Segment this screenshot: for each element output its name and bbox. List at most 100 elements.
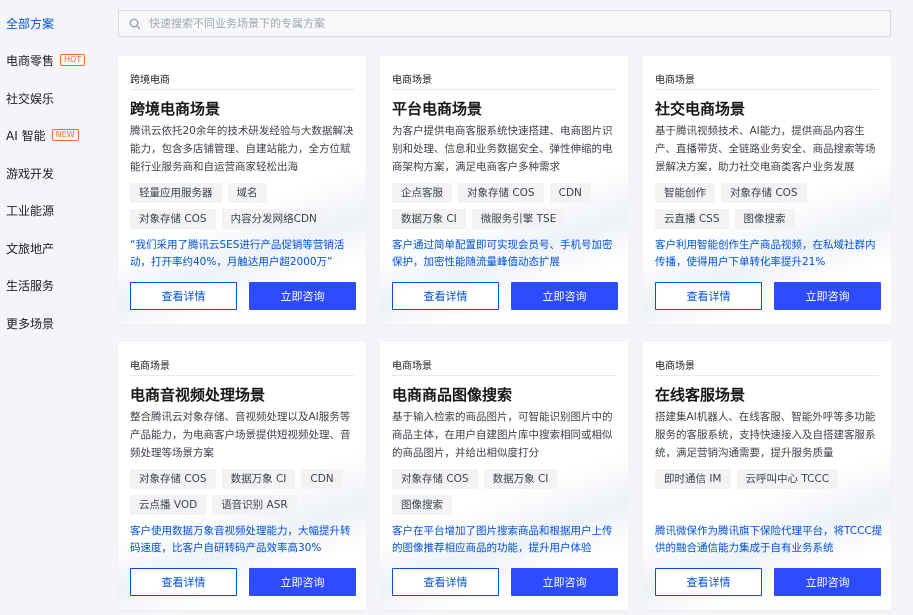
- card-divider: [392, 89, 616, 90]
- consult-now-button[interactable]: 立即咨询: [249, 282, 356, 310]
- card-tag: 电商场景: [392, 75, 432, 86]
- customer-quote: 客户利用智能创作生产商品视频，在私域社群内传播，使得用户下单转化率提升21%: [655, 239, 876, 268]
- search-bar[interactable]: [118, 10, 891, 37]
- card-title: 电商音视频处理场景: [130, 386, 266, 404]
- consult-now-button[interactable]: 立即咨询: [774, 282, 881, 310]
- product-chip[interactable]: 企点客服: [392, 183, 452, 203]
- card-description: 整合腾讯云对象存储、音视频处理以及AI服务等产品能力，为电商客户场景提供短视频处…: [130, 411, 351, 459]
- search-input[interactable]: [149, 17, 849, 30]
- product-chip[interactable]: 数据万象 CI: [392, 209, 466, 229]
- consult-now-button[interactable]: 立即咨询: [511, 282, 618, 310]
- search-icon: [129, 18, 141, 30]
- customer-quote: 腾讯微保作为腾讯旗下保险代理平台，将TCCC提供的融合通信能力集成于自有业务系统: [655, 525, 883, 554]
- product-chips: 对象存储 COS 数据万象 CI CDN 云点播 VOD 语音识别 ASR: [130, 469, 356, 515]
- card-tag: 电商场景: [392, 361, 432, 372]
- product-chip[interactable]: 微服务引擎 TSE: [471, 209, 566, 229]
- product-chip[interactable]: 云直播 CSS: [655, 209, 729, 229]
- view-details-button[interactable]: 查看详情: [130, 282, 237, 310]
- solution-card-social: 电商场景 社交电商场景 基于腾讯视频技术、AI能力，提供商品内容生产、直播带货、…: [643, 56, 891, 324]
- card-tag: 跨境电商: [130, 75, 170, 86]
- sidebar-item-life[interactable]: 生活服务: [6, 275, 54, 295]
- sidebar-item-industry[interactable]: 工业能源: [6, 200, 54, 220]
- sidebar-item-label: 文旅地产: [6, 241, 55, 256]
- customer-quote: “我们采用了腾讯云SES进行产品促销等营销活动，打开率约40%，月触达用户超20…: [130, 239, 345, 268]
- sidebar-item-label: 游戏开发: [6, 166, 55, 181]
- sidebar-item-label: 电商零售: [6, 53, 55, 68]
- hot-badge: HOT: [60, 54, 86, 66]
- view-details-button[interactable]: 查看详情: [130, 568, 237, 596]
- sidebar-item-label: 生活服务: [6, 278, 55, 293]
- sidebar-item-label: 更多场景: [6, 316, 55, 331]
- solution-card-image-search: 电商场景 电商商品图像搜索 基于输入检索的商品图片，可智能识别图片中的商品主体，…: [380, 342, 628, 610]
- card-divider: [655, 375, 879, 376]
- card-description: 腾讯云依托20余年的技术研发经验与大数据解决能力，包含多店铺管理、自建站能力，全…: [130, 125, 354, 173]
- view-details-button[interactable]: 查看详情: [392, 282, 499, 310]
- product-chip[interactable]: 对象存储 COS: [130, 209, 216, 229]
- consult-now-button[interactable]: 立即咨询: [249, 568, 356, 596]
- solution-card-cross-border: 跨境电商 跨境电商场景 腾讯云依托20余年的技术研发经验与大数据解决能力，包含多…: [118, 56, 366, 324]
- product-chip[interactable]: 数据万象 CI: [221, 469, 296, 489]
- product-chip[interactable]: 云点播 VOD: [130, 495, 207, 515]
- product-chips: 轻量应用服务器 域名 对象存储 COS 内容分发网络CDN: [130, 183, 356, 229]
- customer-quote: 客户在平台增加了图片搜索商品和根据用户上传的图像推荐相应商品的功能，提升用户体验: [392, 525, 613, 554]
- sidebar-item-more[interactable]: 更多场景: [6, 313, 54, 333]
- customer-quote: 客户通过简单配置即可实现会员号、手机号加密保护，加密性能随流量峰值动态扩展: [392, 239, 613, 268]
- card-divider: [130, 89, 354, 90]
- sidebar-item-ai[interactable]: AI 智能 NEW: [6, 125, 79, 145]
- customer-quote: 客户使用数据万象音视频处理能力，大幅提升转码速度，比客户自研转码产品效率高30%: [130, 525, 351, 554]
- consult-now-button[interactable]: 立即咨询: [774, 568, 881, 596]
- sidebar-item-all[interactable]: 全部方案: [6, 13, 54, 33]
- sidebar-item-gaming[interactable]: 游戏开发: [6, 163, 54, 183]
- consult-now-button[interactable]: 立即咨询: [511, 568, 618, 596]
- product-chip[interactable]: 对象存储 COS: [130, 469, 216, 489]
- solution-card-customer-service: 电商场景 在线客服场景 搭建集AI机器人、在线客服、智能外呼等多功能服务的客服系…: [643, 342, 891, 610]
- card-title: 电商商品图像搜索: [392, 386, 513, 404]
- solution-card-platform: 电商场景 平台电商场景 为客户提供电商客服系统快速搭建、电商图片识别和处理、信息…: [380, 56, 628, 324]
- product-chip[interactable]: 域名: [227, 183, 267, 203]
- product-chips: 智能创作 对象存储 COS 云直播 CSS 图像搜索: [655, 183, 881, 229]
- card-title: 在线客服场景: [655, 386, 746, 404]
- product-chip[interactable]: 智能创作: [655, 183, 715, 203]
- solution-card-av-processing: 电商场景 电商音视频处理场景 整合腾讯云对象存储、音视频处理以及AI服务等产品能…: [118, 342, 366, 610]
- card-divider: [655, 89, 879, 90]
- product-chips: 对象存储 COS 数据万象 CI 图像搜索: [392, 469, 618, 515]
- card-title: 跨境电商场景: [130, 100, 221, 118]
- product-chip[interactable]: 对象存储 COS: [721, 183, 807, 203]
- card-description: 基于输入检索的商品图片，可智能识别图片中的商品主体，在用户自建图片库中搜索相同或…: [392, 411, 613, 459]
- product-chip[interactable]: 即时通信 IM: [655, 469, 731, 489]
- card-description: 搭建集AI机器人、在线客服、智能外呼等多功能服务的客服系统，支持快速接入及自搭建…: [655, 411, 876, 459]
- product-chip[interactable]: 内容分发网络CDN: [221, 209, 326, 229]
- view-details-button[interactable]: 查看详情: [655, 568, 762, 596]
- product-chip[interactable]: 数据万象 CI: [483, 469, 558, 489]
- card-title: 平台电商场景: [392, 100, 483, 118]
- view-details-button[interactable]: 查看详情: [392, 568, 499, 596]
- product-chip[interactable]: 对象存储 COS: [392, 469, 478, 489]
- card-tag: 电商场景: [655, 75, 695, 86]
- card-divider: [392, 375, 616, 376]
- sidebar-item-tourism[interactable]: 文旅地产: [6, 238, 54, 258]
- new-badge: NEW: [51, 129, 79, 141]
- product-chip[interactable]: 语音识别 ASR: [212, 495, 297, 515]
- card-tag: 电商场景: [130, 361, 170, 372]
- card-title: 社交电商场景: [655, 100, 746, 118]
- sidebar-item-label: 工业能源: [6, 203, 55, 218]
- product-chip[interactable]: 对象存储 COS: [458, 183, 544, 203]
- sidebar-item-label: 社交娱乐: [6, 91, 55, 106]
- view-details-button[interactable]: 查看详情: [655, 282, 762, 310]
- sidebar-item-social[interactable]: 社交娱乐: [6, 88, 54, 108]
- card-tag: 电商场景: [655, 361, 695, 372]
- product-chip[interactable]: CDN: [301, 469, 343, 489]
- product-chip[interactable]: CDN: [549, 183, 591, 203]
- product-chips: 企点客服 对象存储 COS CDN 数据万象 CI 微服务引擎 TSE: [392, 183, 618, 229]
- product-chips: 即时通信 IM 云呼叫中心 TCCC: [655, 469, 881, 489]
- sidebar-item-label: AI 智能: [6, 128, 46, 143]
- product-chip[interactable]: 图像搜索: [734, 209, 795, 229]
- product-chip[interactable]: 轻量应用服务器: [130, 183, 222, 203]
- product-chip[interactable]: 图像搜索: [392, 495, 452, 515]
- card-description: 基于腾讯视频技术、AI能力，提供商品内容生产、直播带货、全链路业务安全、商品搜索…: [655, 125, 876, 173]
- product-chip[interactable]: 云呼叫中心 TCCC: [736, 469, 839, 489]
- sidebar-item-ecommerce[interactable]: 电商零售 HOT: [6, 50, 86, 70]
- card-description: 为客户提供电商客服系统快速搭建、电商图片识别和处理、信息和业务数据安全、弹性伸缩…: [392, 125, 613, 173]
- sidebar-item-label: 全部方案: [6, 16, 55, 31]
- category-sidebar: 全部方案 电商零售 HOT 社交娱乐 AI 智能 NEW 游戏开发 工业能源 文…: [0, 0, 105, 615]
